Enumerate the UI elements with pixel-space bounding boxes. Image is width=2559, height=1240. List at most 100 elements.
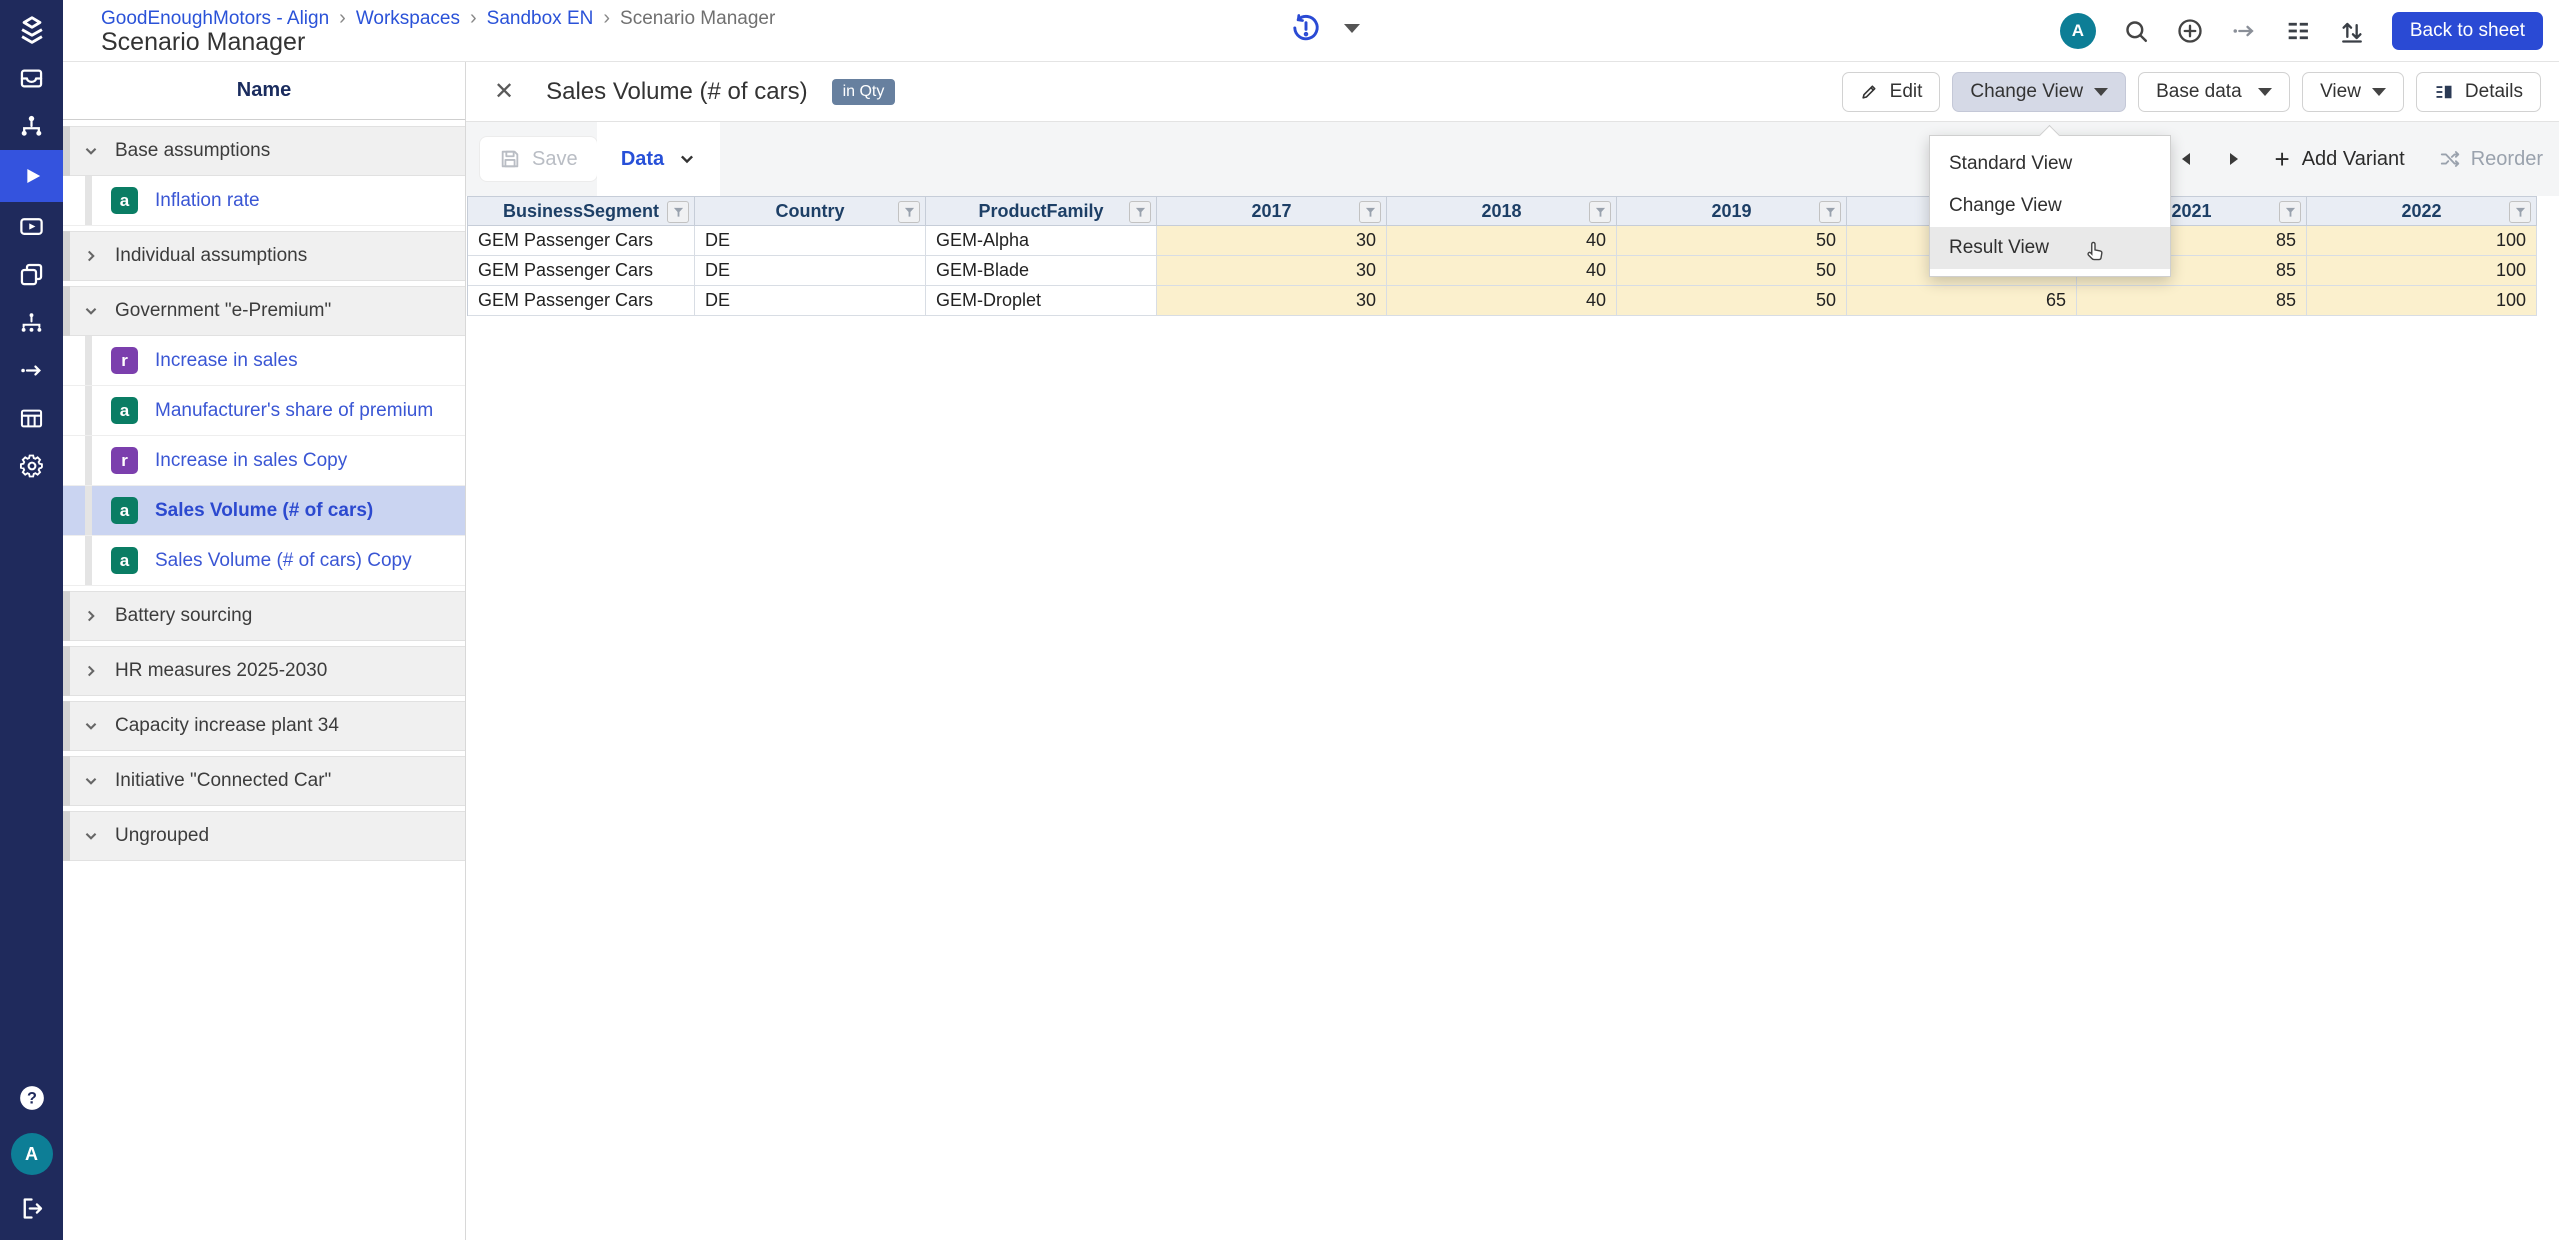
- filter-icon[interactable]: [2509, 201, 2531, 223]
- copy-pages-icon[interactable]: [0, 250, 63, 298]
- scenario-play-icon[interactable]: [0, 150, 63, 202]
- app-logo-icon[interactable]: [0, 0, 63, 54]
- grid-cell-value[interactable]: 50: [1617, 226, 1847, 256]
- menu-item-result-view[interactable]: Result View: [1930, 227, 2170, 269]
- grid-cell-value[interactable]: 40: [1387, 226, 1617, 256]
- grid-cell[interactable]: GEM Passenger Cars: [468, 286, 695, 316]
- breadcrumb-root[interactable]: GoodEnoughMotors - Align: [101, 8, 329, 30]
- base-data-select[interactable]: Base data: [2138, 72, 2290, 112]
- grid-cell[interactable]: GEM Passenger Cars: [468, 256, 695, 286]
- chevron-down-icon[interactable]: [83, 303, 99, 319]
- tree-leaf-increase-in-sales[interactable]: r Increase in sales: [63, 336, 465, 386]
- prev-variant-arrow[interactable]: [2179, 152, 2193, 166]
- chevron-right-icon[interactable]: [83, 663, 99, 679]
- column-header-2022[interactable]: 2022: [2307, 196, 2537, 226]
- tree-leaf-increase-in-sales-copy[interactable]: r Increase in sales Copy: [63, 436, 465, 486]
- tree-leaf-sales-volume-copy[interactable]: a Sales Volume (# of cars) Copy: [63, 536, 465, 586]
- grid-cell-value[interactable]: 40: [1387, 286, 1617, 316]
- grid-cell[interactable]: DE: [695, 256, 926, 286]
- grid-cell[interactable]: GEM-Blade: [926, 256, 1157, 286]
- sort-updown-icon[interactable]: [2338, 17, 2366, 45]
- tree-group-initiative-connected-car[interactable]: Initiative "Connected Car": [63, 756, 465, 806]
- column-header-2017[interactable]: 2017: [1157, 196, 1387, 226]
- history-icon[interactable]: [1290, 12, 1322, 44]
- chevron-down-icon[interactable]: [83, 143, 99, 159]
- chevron-down-icon[interactable]: [83, 718, 99, 734]
- grid-cell[interactable]: GEM-Alpha: [926, 226, 1157, 256]
- detail-list-icon[interactable]: [2284, 17, 2312, 45]
- tree-group-hr-measures[interactable]: HR measures 2025-2030: [63, 646, 465, 696]
- chevron-right-icon[interactable]: [83, 248, 99, 264]
- menu-item-change-view[interactable]: Change View: [1930, 185, 2170, 227]
- grid-cell[interactable]: DE: [695, 226, 926, 256]
- grid-cell-value[interactable]: 30: [1157, 226, 1387, 256]
- network-icon[interactable]: [0, 298, 63, 346]
- table-icon[interactable]: [0, 394, 63, 442]
- chevron-down-icon[interactable]: [83, 773, 99, 789]
- filter-icon[interactable]: [1589, 201, 1611, 223]
- back-to-sheet-button[interactable]: Back to sheet: [2392, 12, 2543, 50]
- add-variant-button[interactable]: + Add Variant: [2275, 146, 2405, 172]
- chevron-down-icon[interactable]: [83, 828, 99, 844]
- flow-arrow-icon[interactable]: [0, 346, 63, 394]
- tree-leaf-manufacturers-share[interactable]: a Manufacturer's share of premium: [63, 386, 465, 436]
- jump-arrow-icon[interactable]: [2230, 17, 2258, 45]
- column-header-businesssegment[interactable]: BusinessSegment: [468, 196, 695, 226]
- org-hierarchy-icon[interactable]: [0, 102, 63, 150]
- filter-icon[interactable]: [898, 201, 920, 223]
- menu-item-standard-view[interactable]: Standard View: [1930, 143, 2170, 185]
- grid-cell-value[interactable]: 85: [2077, 286, 2307, 316]
- tree-group-capacity-increase[interactable]: Capacity increase plant 34: [63, 701, 465, 751]
- grid-cell-value[interactable]: 65: [1847, 286, 2077, 316]
- inbox-icon[interactable]: [0, 54, 63, 102]
- reorder-button[interactable]: Reorder: [2439, 148, 2543, 171]
- grid-cell-value[interactable]: 30: [1157, 256, 1387, 286]
- chevron-right-icon[interactable]: [83, 608, 99, 624]
- grid-cell-value[interactable]: 100: [2307, 286, 2537, 316]
- view-button[interactable]: View: [2302, 72, 2404, 112]
- tree-leaf-inflation-rate[interactable]: a Inflation rate: [63, 176, 465, 226]
- grid-cell[interactable]: GEM Passenger Cars: [468, 226, 695, 256]
- change-view-button[interactable]: Change View: [1952, 72, 2126, 112]
- top-avatar[interactable]: A: [2060, 13, 2096, 49]
- add-circle-icon[interactable]: [2176, 17, 2204, 45]
- filter-icon[interactable]: [1129, 201, 1151, 223]
- grid-cell-value[interactable]: 100: [2307, 256, 2537, 286]
- filter-icon[interactable]: [667, 201, 689, 223]
- column-header-2018[interactable]: 2018: [1387, 196, 1617, 226]
- settings-gear-icon[interactable]: [0, 442, 63, 490]
- history-dropdown-caret[interactable]: [1344, 24, 1360, 33]
- tree-group-base-assumptions[interactable]: Base assumptions: [63, 126, 465, 176]
- data-tab[interactable]: Data: [597, 122, 720, 196]
- column-header-2019[interactable]: 2019: [1617, 196, 1847, 226]
- tree-group-battery-sourcing[interactable]: Battery sourcing: [63, 591, 465, 641]
- help-icon[interactable]: ?: [17, 1083, 47, 1113]
- tree-group-ungrouped[interactable]: Ungrouped: [63, 811, 465, 861]
- next-variant-arrow[interactable]: [2227, 152, 2241, 166]
- tree-leaf-sales-volume[interactable]: a Sales Volume (# of cars): [63, 486, 465, 536]
- grid-cell[interactable]: DE: [695, 286, 926, 316]
- grid-cell[interactable]: GEM-Droplet: [926, 286, 1157, 316]
- filter-icon[interactable]: [1819, 201, 1841, 223]
- close-icon[interactable]: ✕: [494, 80, 514, 104]
- breadcrumb-sandbox[interactable]: Sandbox EN: [487, 8, 594, 30]
- grid-cell-value[interactable]: 50: [1617, 256, 1847, 286]
- logout-icon[interactable]: [18, 1195, 45, 1222]
- video-icon[interactable]: [0, 202, 63, 250]
- breadcrumb-workspaces[interactable]: Workspaces: [356, 8, 460, 30]
- column-header-country[interactable]: Country: [695, 196, 926, 226]
- user-avatar[interactable]: A: [11, 1133, 53, 1175]
- save-button[interactable]: Save: [480, 137, 597, 181]
- details-button[interactable]: Details: [2416, 72, 2541, 112]
- tree-group-individual-assumptions[interactable]: Individual assumptions: [63, 231, 465, 281]
- grid-cell-value[interactable]: 100: [2307, 226, 2537, 256]
- grid-cell-value[interactable]: 50: [1617, 286, 1847, 316]
- column-header-productfamily[interactable]: ProductFamily: [926, 196, 1157, 226]
- grid-cell-value[interactable]: 30: [1157, 286, 1387, 316]
- filter-icon[interactable]: [1359, 201, 1381, 223]
- edit-button[interactable]: Edit: [1842, 72, 1941, 112]
- search-icon[interactable]: [2122, 17, 2150, 45]
- tree-group-government-e-premium[interactable]: Government "e-Premium": [63, 286, 465, 336]
- filter-icon[interactable]: [2279, 201, 2301, 223]
- grid-cell-value[interactable]: 40: [1387, 256, 1617, 286]
